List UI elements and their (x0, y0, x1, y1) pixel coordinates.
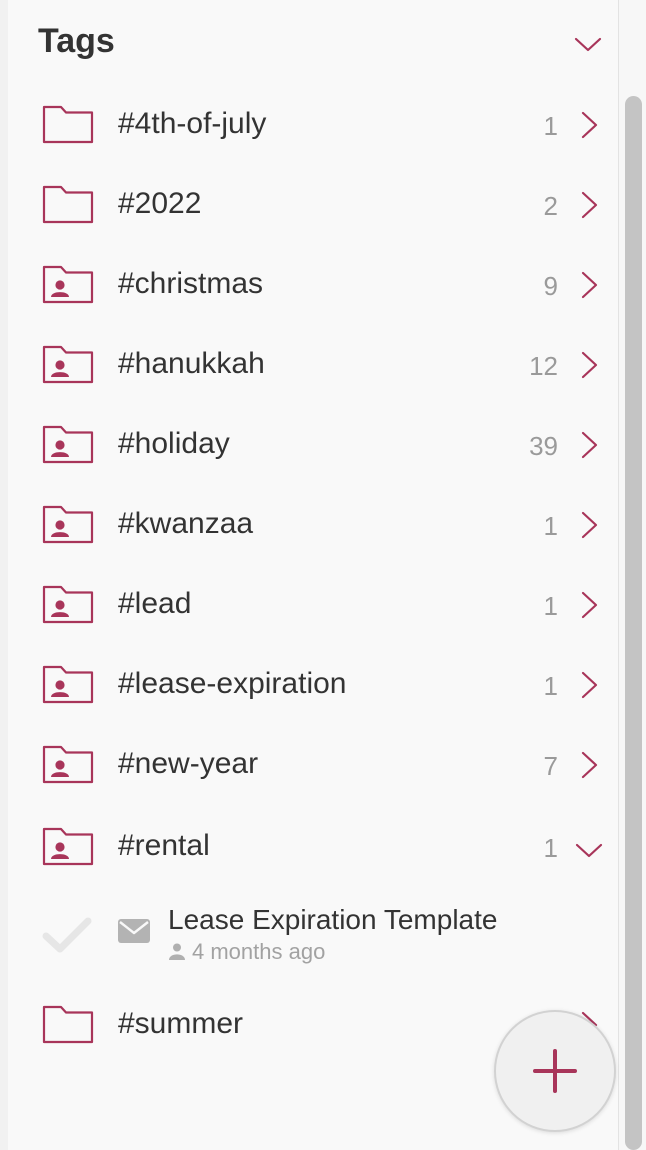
tag-count: 1 (543, 671, 558, 701)
tag-row-lead[interactable]: #lead 1 (0, 564, 618, 644)
tag-label: #christmas (118, 267, 264, 300)
chevron-down-icon[interactable] (574, 840, 604, 860)
tag-row-christmas[interactable]: #christmas 9 (0, 244, 618, 324)
scrollbar-thumb[interactable] (625, 96, 642, 1150)
tag-row-4th-of-july[interactable]: #4th-of-july 1 (0, 84, 618, 164)
tags-header[interactable]: Tags (0, 0, 618, 88)
tag-label: #2022 (118, 187, 202, 220)
plus-icon (533, 1049, 577, 1093)
mail-icon (118, 919, 150, 943)
tag-label: #lease-expiration (118, 667, 347, 700)
chevron-right-icon[interactable] (578, 590, 600, 620)
tag-count: 2 (543, 191, 558, 221)
chevron-right-icon[interactable] (578, 270, 600, 300)
tag-row-hanukkah[interactable]: #hanukkah 12 (0, 324, 618, 404)
template-item[interactable]: Lease Expiration Template 4 months ago (0, 896, 618, 980)
template-timestamp: 4 months ago (192, 939, 326, 964)
tags-panel: Tags #4th-of-july 1 #2022 2 #christmas 9… (0, 0, 618, 1150)
tag-count: 9 (543, 271, 558, 301)
folder-icon (42, 105, 94, 144)
tag-label: #new-year (118, 747, 259, 780)
shared-folder-icon (42, 265, 94, 304)
chevron-down-icon[interactable] (573, 34, 603, 54)
tag-count: 39 (529, 431, 558, 461)
tag-row-lease-expiration[interactable]: #lease-expiration 1 (0, 644, 618, 724)
tag-label: #hanukkah (118, 347, 265, 380)
shared-folder-icon (42, 345, 94, 384)
tag-label: #rental (118, 829, 210, 862)
tag-row-holiday[interactable]: #holiday 39 (0, 404, 618, 484)
tag-count: 1 (543, 591, 558, 621)
tag-count: 1 (543, 833, 558, 863)
tag-row-kwanzaa[interactable]: #kwanzaa 1 (0, 484, 618, 564)
tags-title: Tags (38, 22, 115, 60)
shared-folder-icon (42, 505, 94, 544)
chevron-right-icon[interactable] (578, 510, 600, 540)
tag-label: #lead (118, 587, 192, 620)
shared-folder-icon (42, 665, 94, 704)
tag-label: #kwanzaa (118, 507, 254, 540)
template-meta: 4 months ago (168, 938, 325, 966)
tag-row-new-year[interactable]: #new-year 7 (0, 724, 618, 804)
chevron-right-icon[interactable] (578, 670, 600, 700)
chevron-right-icon[interactable] (578, 110, 600, 140)
tag-row-2022[interactable]: #2022 2 (0, 164, 618, 244)
folder-icon (42, 1005, 94, 1044)
check-icon[interactable] (42, 916, 92, 954)
tag-row-rental[interactable]: #rental 1 (0, 806, 618, 886)
chevron-right-icon[interactable] (578, 350, 600, 380)
folder-icon (42, 185, 94, 224)
shared-folder-icon (42, 425, 94, 464)
shared-folder-icon (42, 745, 94, 784)
tag-count: 12 (529, 351, 558, 381)
template-title: Lease Expiration Template (168, 904, 498, 935)
chevron-right-icon[interactable] (578, 750, 600, 780)
person-icon (169, 943, 185, 960)
tag-label: #4th-of-july (118, 107, 267, 140)
shared-folder-icon (42, 827, 94, 866)
tag-label: #holiday (118, 427, 230, 460)
chevron-right-icon[interactable] (578, 190, 600, 220)
tag-count: 1 (543, 511, 558, 541)
chevron-right-icon[interactable] (578, 430, 600, 460)
add-button[interactable] (494, 1010, 616, 1132)
tag-count: 1 (543, 111, 558, 141)
tag-count: 7 (543, 751, 558, 781)
tag-label: #summer (118, 1007, 244, 1040)
shared-folder-icon (42, 585, 94, 624)
